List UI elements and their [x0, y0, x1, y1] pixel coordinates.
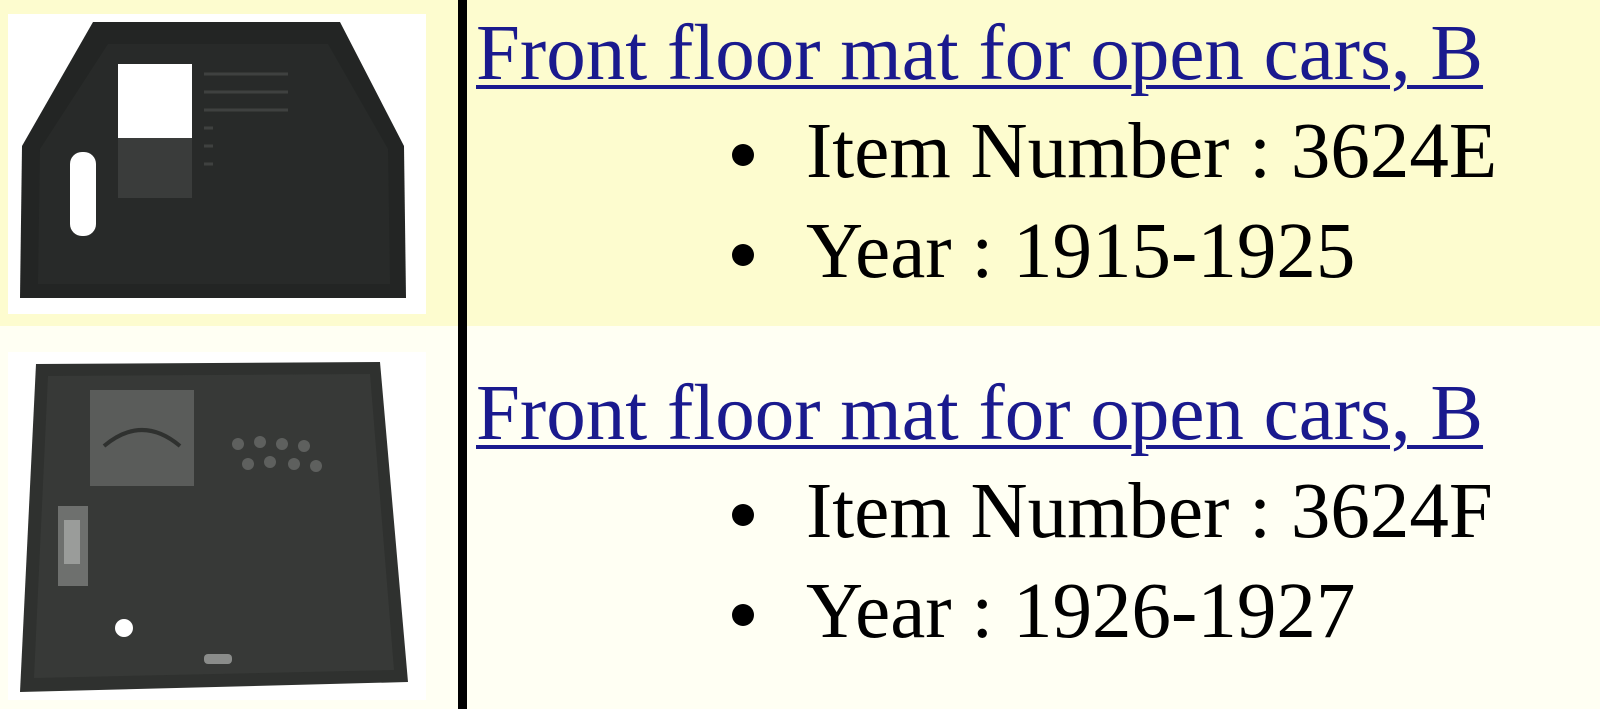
year-text: Year : 1926-1927: [806, 568, 1356, 655]
product-title-link[interactable]: Front floor mat for open cars, B: [476, 366, 1600, 462]
bullet-icon: [732, 244, 754, 266]
product-specs: Item Number : 3624F Year : 1926-1927: [476, 462, 1600, 662]
product-list: Front floor mat for open cars, B Item Nu…: [0, 0, 1600, 709]
bullet-icon: [732, 504, 754, 526]
product-row: Front floor mat for open cars, B Item Nu…: [0, 326, 1600, 709]
product-image[interactable]: [8, 14, 426, 314]
item-number-text: Item Number : 3624E: [806, 108, 1498, 195]
product-info: Front floor mat for open cars, B Item Nu…: [476, 6, 1600, 302]
item-number: Item Number : 3624E: [476, 102, 1600, 202]
column-divider: [458, 0, 467, 709]
product-image[interactable]: [8, 352, 426, 700]
year: Year : 1926-1927: [476, 562, 1600, 662]
year-text: Year : 1915-1925: [806, 208, 1356, 295]
product-title-link[interactable]: Front floor mat for open cars, B: [476, 6, 1600, 102]
floor-mat-image: [8, 352, 426, 700]
year: Year : 1915-1925: [476, 202, 1600, 302]
product-info: Front floor mat for open cars, B Item Nu…: [476, 366, 1600, 662]
item-number-text: Item Number : 3624F: [806, 468, 1493, 555]
bullet-icon: [732, 604, 754, 626]
floor-mat-image: [8, 14, 426, 314]
bullet-icon: [732, 144, 754, 166]
item-number: Item Number : 3624F: [476, 462, 1600, 562]
product-row: Front floor mat for open cars, B Item Nu…: [0, 0, 1600, 326]
product-specs: Item Number : 3624E Year : 1915-1925: [476, 102, 1600, 302]
